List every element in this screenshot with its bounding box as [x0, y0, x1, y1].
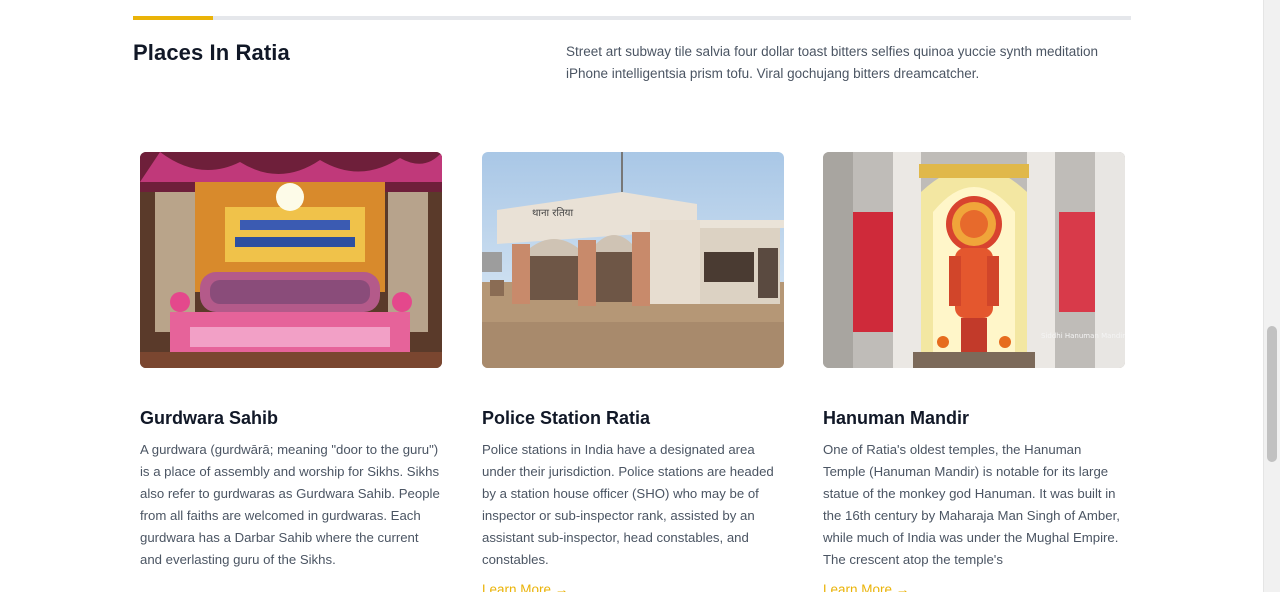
card-title: Gurdwara Sahib	[140, 408, 279, 428]
card-description: One of Ratia's oldest temples, the Hanum…	[823, 442, 1120, 567]
place-card-hanuman-mandir: Siddhi Hanuman Mandir Hanuman Mandir One…	[823, 152, 1125, 567]
hanuman-mandir-photo: Siddhi Hanuman Mandir	[823, 152, 1125, 368]
section-title: Places In Ratia	[133, 40, 290, 65]
place-card-police-station: थाना रतिया Police Station Ratia Police s…	[482, 152, 784, 567]
section-divider	[133, 16, 1131, 20]
learn-more-link[interactable]: Learn More →	[482, 582, 568, 592]
vertical-scrollbar[interactable]	[1263, 0, 1280, 592]
page: Places In Ratia Street art subway tile s…	[0, 0, 1280, 592]
card-title: Hanuman Mandir	[823, 408, 970, 428]
card-title: Police Station Ratia	[482, 408, 651, 428]
photo-watermark: Siddhi Hanuman Mandir	[1041, 332, 1125, 340]
section-intro: Street art subway tile salvia four dolla…	[566, 44, 1099, 81]
divider-accent	[133, 16, 213, 20]
place-card-gurdwara: Gurdwara Sahib A gurdwara (gurdwārā; mea…	[140, 152, 442, 567]
police-station-image: थाना रतिया	[482, 152, 784, 368]
station-sign-text: थाना रतिया	[532, 207, 573, 219]
learn-more-link[interactable]: Learn More →	[823, 582, 909, 592]
card-description: Police stations in India have a designat…	[482, 442, 774, 567]
hanuman-mandir-image: Siddhi Hanuman Mandir	[823, 152, 1125, 368]
police-station-photo: थाना रतिया	[482, 152, 784, 368]
card-description: A gurdwara (gurdwārā; meaning "door to t…	[140, 442, 440, 567]
scrollbar-thumb[interactable]	[1267, 326, 1277, 462]
gurdwara-photo	[140, 152, 442, 368]
gurdwara-image	[140, 152, 442, 368]
